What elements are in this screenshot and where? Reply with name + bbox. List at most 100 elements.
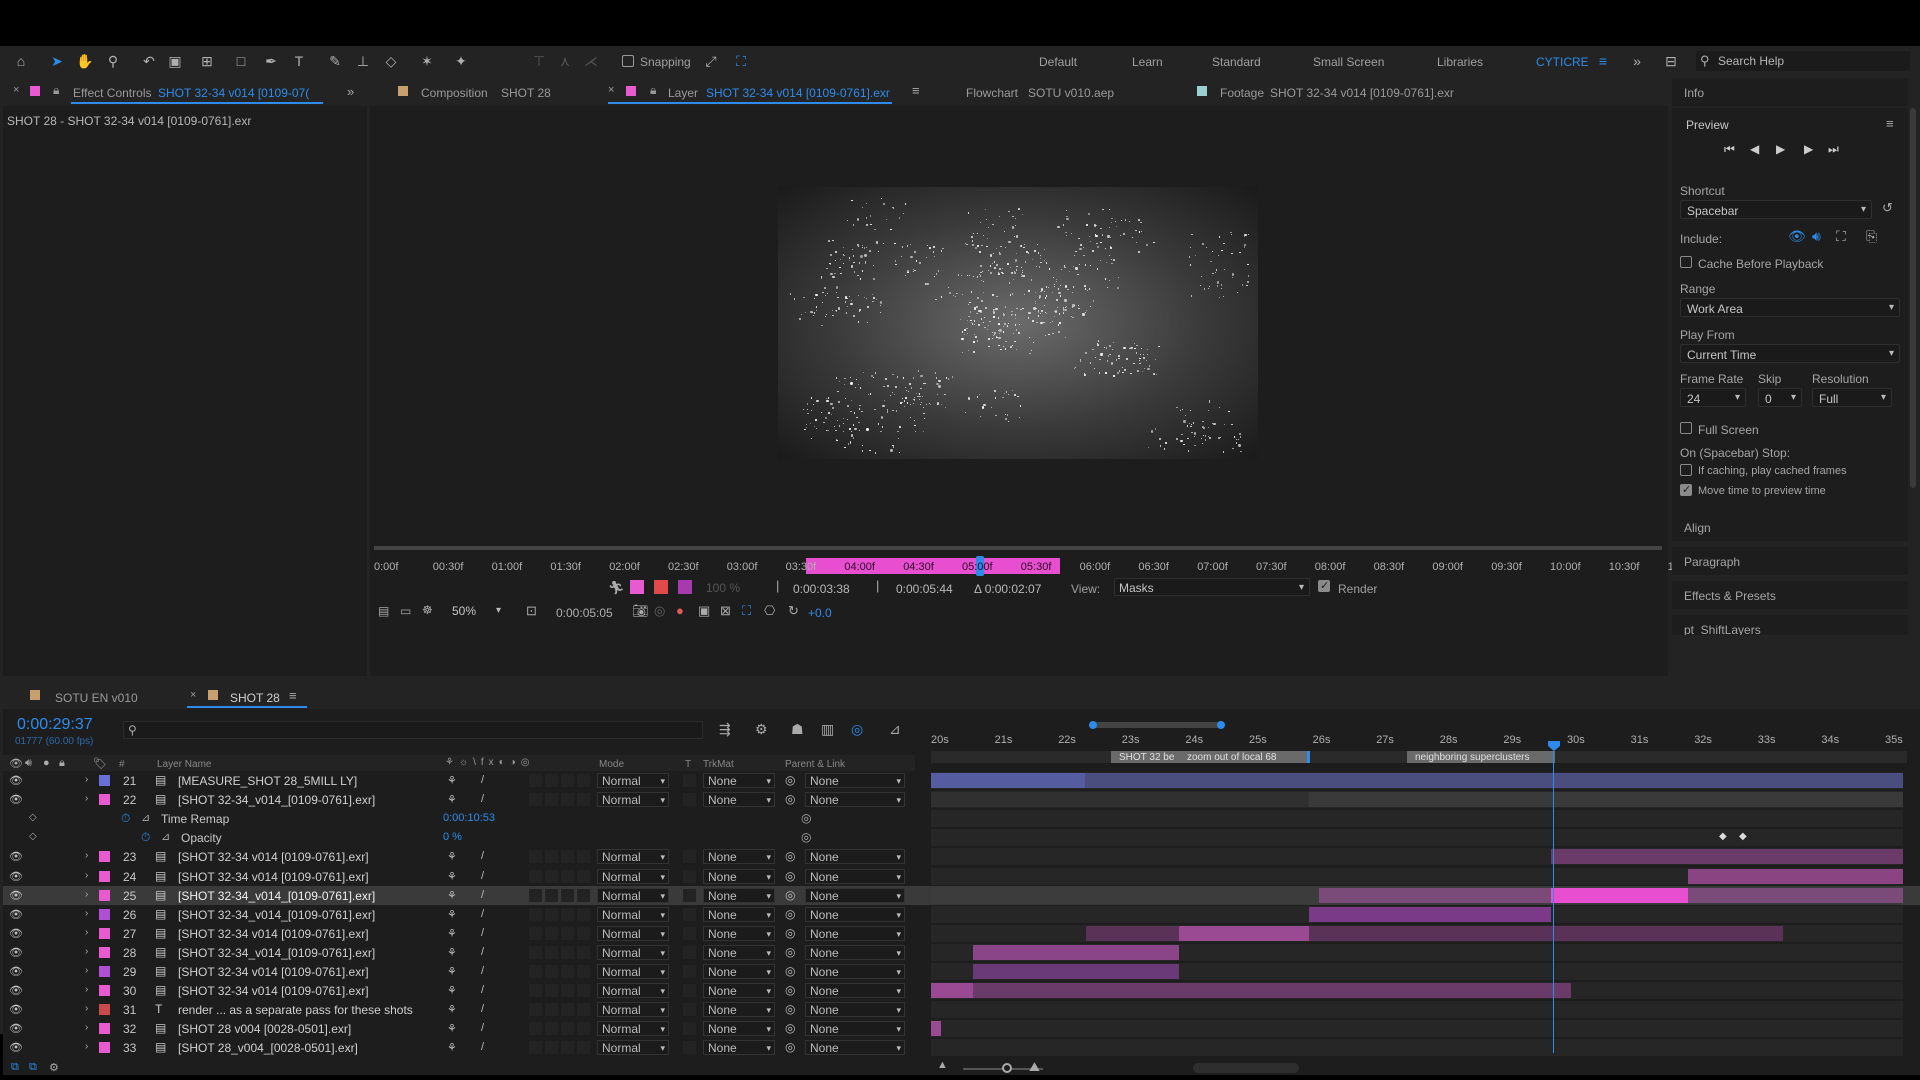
layer-row[interactable]: 👁︎ › 22 ▤ [SHOT 32-34_v014_[0109-0761].exr] ⚘…: [3, 790, 1920, 809]
solo-icon[interactable]: ●: [43, 757, 50, 769]
layer-row[interactable]: 👁︎ › 21 ▤ [MEASURE_SHOT 28_5MILL LY] ⚘ / Normal…: [3, 771, 1920, 790]
fit-icon[interactable]: ⊡: [526, 603, 537, 619]
pick-whip-icon[interactable]: ◎: [785, 907, 795, 921]
switch-box[interactable]: [561, 774, 574, 787]
layer-label-color[interactable]: [99, 851, 110, 863]
tab-shot-28[interactable]: SHOT 28: [230, 691, 280, 705]
transparency-grid-icon[interactable]: ⊠: [720, 603, 731, 619]
preserve-transparency-box[interactable]: [683, 850, 696, 864]
graph-icon[interactable]: ⊿: [141, 811, 150, 824]
switch-box[interactable]: [561, 850, 574, 864]
switch-box[interactable]: [561, 907, 574, 921]
switch-box[interactable]: [529, 965, 542, 978]
pick-whip-icon[interactable]: ◎: [785, 945, 795, 959]
layer-row[interactable]: 👁︎ › 30 ▤ [SHOT 32-34 v014 [0109-0761].exr] ⚘…: [3, 981, 1920, 1000]
pick-whip-icon[interactable]: ◎: [801, 830, 811, 844]
include-video-icon[interactable]: 👁︎: [1788, 228, 1806, 245]
timeline-horizontal-scrollbar[interactable]: [1193, 1063, 1299, 1073]
quality-switch-icon[interactable]: /: [481, 889, 484, 901]
parent-dropdown[interactable]: None ▾: [805, 1040, 905, 1056]
tab-footage-name[interactable]: SHOT 32-34 v014 [0109-0761].exr: [1270, 86, 1454, 100]
switch-box[interactable]: [529, 793, 542, 807]
tab-footage-prefix[interactable]: Footage: [1220, 86, 1264, 100]
zoom-out-icon[interactable]: ▲: [937, 1059, 948, 1071]
track-matte-dropdown[interactable]: None ▾: [703, 1002, 775, 1018]
show-snapshot-icon[interactable]: ◎: [654, 603, 665, 619]
zoom-slider-handle[interactable]: [1002, 1063, 1012, 1073]
layer-row[interactable]: 👁︎ › 25 ▤ [SHOT 32-34_v014_[0109-0761].exr] ⚘…: [3, 885, 1920, 905]
layer-name[interactable]: [SHOT 28 v004 [0028-0501].exr]: [178, 1023, 351, 1035]
pick-whip-icon[interactable]: ◎: [785, 1021, 795, 1035]
zoom-in-icon[interactable]: ⛰: [1029, 1059, 1040, 1075]
layer-label-color[interactable]: [99, 1004, 110, 1016]
shy-switch-icon[interactable]: ⚘: [447, 870, 457, 883]
next-frame-icon[interactable]: ▶︎: [1804, 142, 1813, 156]
opacity-value[interactable]: 0 %: [443, 832, 462, 843]
workspace-standard[interactable]: Standard: [1212, 55, 1261, 69]
shy-switch-icon[interactable]: ⚘: [447, 1022, 457, 1035]
layer-label-color[interactable]: [99, 927, 110, 939]
quality-switch-icon[interactable]: /: [481, 850, 484, 862]
parent-dropdown[interactable]: None ▾: [805, 887, 905, 903]
switch-box[interactable]: [545, 907, 558, 921]
tab-layer-prefix[interactable]: Layer: [668, 86, 698, 100]
fast-preview-icon[interactable]: ⛶: [742, 603, 751, 619]
selection-tool-icon[interactable]: ➤: [48, 52, 66, 70]
layer-duration-bar[interactable]: [973, 964, 1179, 979]
layer-label-color[interactable]: [99, 775, 110, 786]
close-tab-icon[interactable]: ×: [190, 689, 196, 701]
layer-row[interactable]: 👁︎ › 27 ▤ [SHOT 32-34 v014 [0109-0761].exr] ⚘…: [3, 924, 1920, 943]
include-overlays-icon[interactable]: ⛶: [1836, 228, 1846, 245]
layer-name[interactable]: [SHOT 32-34_v014_[0109-0761].exr]: [178, 890, 375, 902]
workspace-cyticre[interactable]: CYTICRE: [1536, 55, 1589, 69]
if-caching-checkbox[interactable]: [1680, 464, 1692, 476]
switch-box[interactable]: [545, 965, 558, 978]
time-navigator-start[interactable]: [1089, 721, 1097, 729]
mask-visibility-icon[interactable]: ☸: [422, 603, 433, 617]
display-icon[interactable]: ▭: [400, 604, 411, 618]
switch-box[interactable]: [561, 869, 574, 883]
info-section[interactable]: Info: [1672, 78, 1908, 106]
layer-label-color[interactable]: [99, 889, 110, 901]
right-panel-scrollbar[interactable]: [1910, 108, 1916, 488]
switch-box[interactable]: [545, 888, 558, 902]
switch-box[interactable]: [529, 984, 542, 998]
tab-composition-prefix[interactable]: Composition: [421, 86, 488, 100]
always-preview-icon[interactable]: ▤: [378, 604, 389, 618]
layer-duration-bar[interactable]: [931, 1021, 941, 1037]
layer-duration-bar[interactable]: [931, 773, 1085, 788]
visibility-eye-icon[interactable]: 👁︎: [9, 889, 23, 902]
audio-icon[interactable]: 🔊︎: [25, 757, 32, 770]
layer-label-color[interactable]: [99, 985, 110, 997]
pick-whip-icon[interactable]: ◎: [785, 964, 795, 978]
switch-box[interactable]: [577, 850, 590, 864]
switch-box[interactable]: [577, 793, 590, 807]
blend-mode-dropdown[interactable]: Normal ▾: [597, 1021, 669, 1037]
time-remap-property[interactable]: ⏱ ⊿ Time Remap 0:00:10:53 ◇ ◎: [3, 809, 1920, 828]
layer-row[interactable]: 👁︎ › 26 ▤ [SHOT 32-34_v014_[0109-0761].exr] ⚘…: [3, 905, 1920, 924]
parent-dropdown[interactable]: None ▾: [805, 1002, 905, 1018]
shy-switch-icon[interactable]: ⚘: [447, 793, 457, 806]
preserve-transparency-box[interactable]: [683, 869, 696, 883]
frame-blending-icon[interactable]: ▥: [821, 721, 834, 738]
preserve-transparency-box[interactable]: [683, 1041, 696, 1055]
tab-layer-name[interactable]: SHOT 32-34 v014 [0109-0761].exr: [706, 86, 890, 100]
layer-row[interactable]: 👁︎ › 33 ▤ [SHOT 28_v004_[0028-0501].exr] ⚘ / No…: [3, 1038, 1920, 1057]
switch-box[interactable]: [529, 1022, 542, 1036]
preserve-transparency-box[interactable]: [683, 984, 696, 998]
track-matte-dropdown[interactable]: None ▾: [703, 792, 775, 808]
layer-duration-bar[interactable]: [1688, 868, 1903, 884]
layer-duration-bar[interactable]: [1551, 849, 1903, 865]
switch-box[interactable]: [529, 869, 542, 883]
visibility-eye-icon[interactable]: 👁︎: [9, 1041, 23, 1054]
sync-settings-icon[interactable]: ⊟: [1662, 52, 1680, 70]
eye-icon[interactable]: 👁︎: [9, 757, 23, 770]
preserve-transparency-box[interactable]: [683, 907, 696, 921]
close-tab-icon[interactable]: ×: [13, 84, 19, 96]
comp-mini-flowchart-icon[interactable]: ⇶: [719, 721, 731, 738]
switch-box[interactable]: [577, 1003, 590, 1017]
switch-box[interactable]: [577, 774, 590, 787]
track-matte-dropdown[interactable]: None ▾: [703, 773, 775, 788]
transparency-icon[interactable]: [630, 580, 644, 594]
layer-label-color[interactable]: [99, 966, 110, 977]
